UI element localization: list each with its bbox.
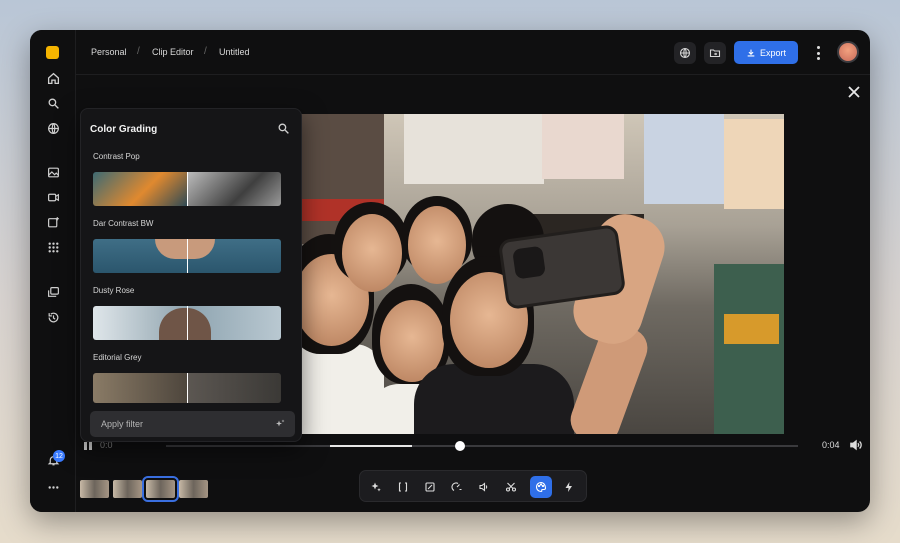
audio-icon [479,482,488,492]
video-icon[interactable] [43,187,63,207]
trim-icon [398,482,408,492]
volume-icon[interactable] [848,438,863,452]
app-window: 12 Personal / Clip Editor / Untitled Exp… [30,30,870,512]
color-grading-panel: Color Grading Contrast Pop Dar Contrast … [80,108,302,442]
clip-thumbnail[interactable] [179,480,208,498]
avatar[interactable] [837,41,859,63]
breadcrumb-personal[interactable]: Personal [91,47,127,57]
magic-icon [371,482,381,492]
crop-tool-button[interactable] [419,476,441,498]
top-bar: Personal / Clip Editor / Untitled Export [76,30,870,75]
layers-icon[interactable] [43,282,63,302]
speed-tool-button[interactable] [446,476,468,498]
apply-filter-placeholder: Apply filter [101,419,144,429]
home-icon[interactable] [43,68,63,88]
breadcrumb-separator: / [204,46,207,57]
audio-tool-button[interactable] [473,476,495,498]
grid-icon[interactable] [43,237,63,257]
filter-name: Contrast Pop [93,152,140,161]
scrubber-handle[interactable] [454,441,465,451]
filter-name: Dusty Rose [93,286,135,295]
filter-preview-contrast-pop[interactable] [93,172,281,206]
pause-button[interactable] [84,442,94,452]
filter-name: Editorial Grey [93,353,142,362]
edit-toolbar [359,470,587,502]
flash-icon [565,482,572,492]
total-time: 0:04 [822,440,840,450]
language-button[interactable] [674,42,696,64]
color-palette-icon [535,481,547,493]
trim-tool-button[interactable] [392,476,414,498]
globe-icon[interactable] [43,118,63,138]
filter-preview-dusty-rose[interactable] [93,306,281,340]
folder-button[interactable] [704,42,726,64]
download-icon [747,49,755,56]
folder-icon [709,49,721,58]
search-icon[interactable] [43,93,63,113]
apply-filter-input[interactable]: Apply filter [90,411,295,437]
cut-icon [505,482,517,492]
history-icon[interactable] [43,307,63,327]
sidebar: 12 [30,30,76,512]
breadcrumb-untitled[interactable]: Untitled [219,47,250,57]
clip-thumbnail[interactable] [80,480,109,498]
more-menu-button[interactable] [812,44,824,62]
clip-thumbnails [80,476,208,502]
image-icon[interactable] [43,162,63,182]
export-label: Export [759,47,786,58]
flash-tool-button[interactable] [558,476,580,498]
notification-badge: 12 [53,450,65,462]
globe-icon [679,47,691,59]
magic-tool-button[interactable] [365,476,387,498]
color-grading-tool-button[interactable] [530,476,552,498]
media-add-icon[interactable] [43,212,63,232]
search-icon[interactable] [277,122,290,135]
sparkle-icon[interactable] [274,418,286,430]
filter-preview-dar-contrast-bw[interactable] [93,239,281,273]
breadcrumb-separator: / [137,46,140,57]
speed-icon [451,482,462,491]
timeline-scrubber[interactable] [166,441,798,451]
scrubber-progress [330,445,413,447]
crop-icon [425,482,435,492]
filter-preview-editorial-grey[interactable] [93,373,281,403]
clip-thumbnail-selected[interactable] [142,476,179,502]
export-button[interactable]: Export [734,41,798,64]
more-icon[interactable] [43,477,63,497]
breadcrumb-clip-editor[interactable]: Clip Editor [152,47,194,57]
cut-tool-button[interactable] [500,476,522,498]
clip-thumbnail[interactable] [113,480,142,498]
app-logo [46,46,59,59]
close-icon[interactable] [846,84,862,100]
video-preview[interactable] [284,114,784,434]
filter-name: Dar Contrast BW [93,219,154,228]
panel-title: Color Grading [90,124,158,135]
